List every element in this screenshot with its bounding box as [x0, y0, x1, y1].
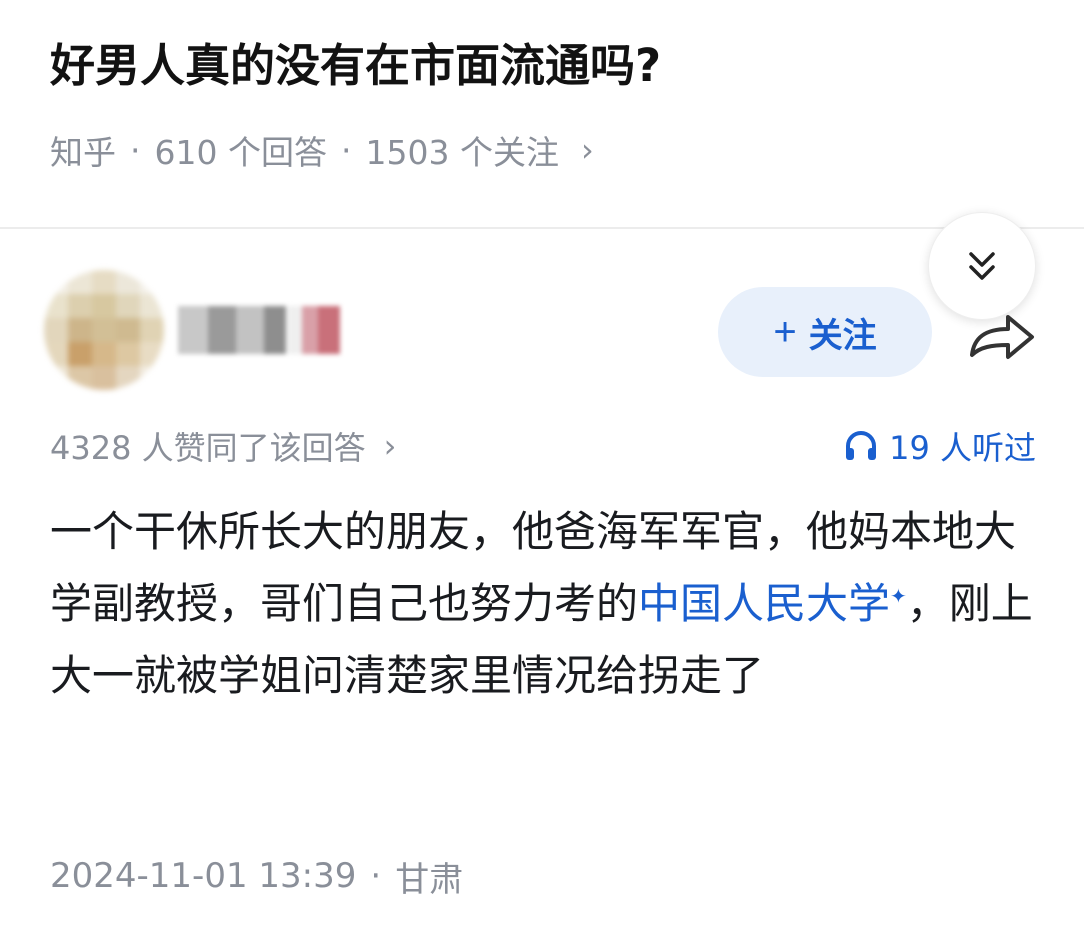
followers-count: 1503 个关注: [365, 133, 559, 172]
chevron-right-icon: ›: [383, 427, 397, 465]
share-button[interactable]: [962, 300, 1042, 370]
question-title[interactable]: 好男人真的没有在市面流通吗?: [50, 30, 661, 102]
chevron-right-icon: ›: [580, 131, 594, 169]
plus-icon: +: [773, 309, 797, 354]
answer-location: 甘肃: [395, 859, 464, 900]
meta-separator: ·: [130, 130, 141, 170]
upvotes-link[interactable]: 4328 人赞同了该回答 ›: [50, 423, 396, 469]
answer-footer: 2024-11-01 13:39 · 甘肃: [50, 846, 463, 906]
double-chevron-down-icon: [969, 252, 995, 280]
meta-separator: ·: [340, 130, 352, 170]
follow-button[interactable]: + 关注: [718, 287, 932, 377]
answers-count: 610 个回答: [154, 133, 327, 172]
listen-button[interactable]: 19 人听过: [843, 423, 1036, 469]
answer-content[interactable]: 一个干休所长大的朋友，他爸海军军官，他妈本地大学副教授，哥们自己也努力考的中国人…: [50, 496, 1036, 712]
share-arrow-icon: [970, 315, 1034, 359]
divider: [0, 227, 1084, 229]
meta-separator: ·: [370, 856, 382, 896]
entity-link[interactable]: 中国人民大学: [638, 579, 890, 628]
listens-count: 19 人听过: [889, 429, 1036, 467]
author-name[interactable]: [178, 302, 348, 358]
source-label: 知乎: [50, 133, 116, 172]
avatar[interactable]: [44, 270, 164, 390]
upvotes-count: 4328 人赞同了该回答: [50, 429, 366, 467]
question-meta[interactable]: 知乎 · 610 个回答 · 1503 个关注 ›: [50, 122, 594, 178]
follow-label: 关注: [808, 316, 877, 355]
headphones-icon: [846, 431, 877, 460]
sparkle-icon: ✦: [890, 584, 907, 608]
answer-datetime: 2024-11-01 13:39: [50, 856, 357, 896]
